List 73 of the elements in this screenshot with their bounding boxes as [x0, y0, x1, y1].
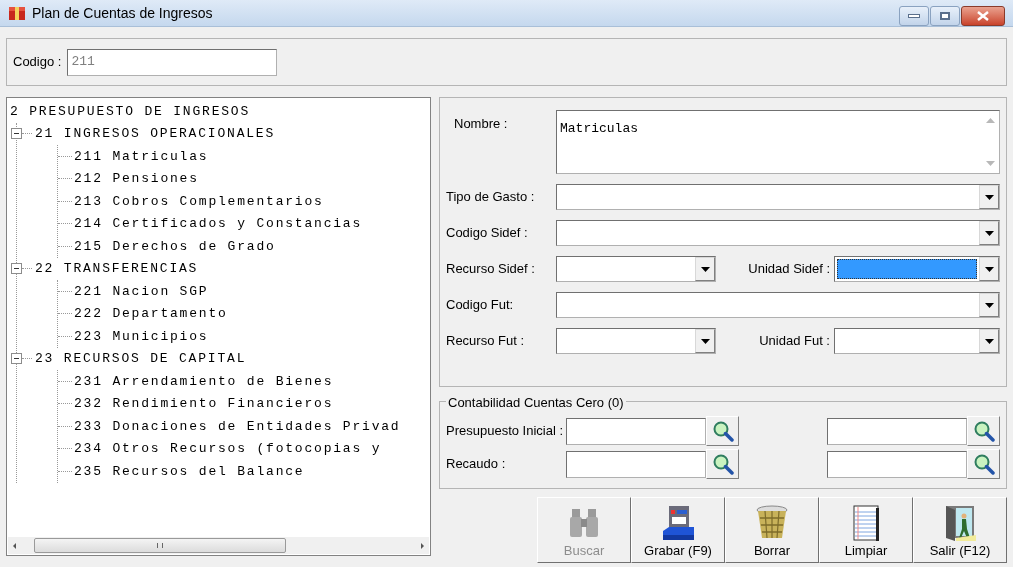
tree-item[interactable]: 234 Otros Recursos (fotocopias y — [72, 439, 382, 459]
tree-item[interactable]: 2 PRESUPUESTO DE INGRESOS — [10, 101, 251, 121]
tree-item[interactable]: 215 Derechos de Grado — [72, 236, 276, 256]
tree-item[interactable]: 214 Certificados y Constancias — [72, 214, 363, 234]
app-icon — [8, 4, 26, 22]
collapse-toggle[interactable] — [11, 128, 22, 140]
dropdown-field[interactable] — [556, 184, 1000, 210]
dropdown-field[interactable] — [556, 256, 716, 282]
search-button[interactable] — [967, 416, 1000, 446]
field-label: Unidad Fut : — [758, 332, 831, 351]
field-label: Recaudo : — [446, 455, 507, 474]
codigo-label: Codigo : — [13, 53, 62, 72]
tree-item[interactable]: 233 Donaciones de Entidades Privad — [72, 416, 401, 436]
text-field[interactable] — [566, 417, 706, 445]
tree-item[interactable]: 231 Arrendamiento de Bienes — [72, 371, 334, 391]
dropdown-arrow-icon[interactable] — [984, 194, 994, 200]
scrollbar-thumb[interactable] — [34, 538, 286, 553]
field-label: Unidad Sidef : — [747, 260, 831, 279]
close-icon — [977, 11, 989, 21]
field-label: Tipo de Gasto : — [446, 188, 536, 207]
text-field[interactable] — [827, 450, 967, 478]
search-button[interactable] — [706, 416, 739, 446]
field-label: Codigo Fut: — [446, 296, 515, 315]
dropdown-arrow-icon[interactable] — [984, 302, 994, 308]
tree-item[interactable]: 235 Recursos del Balance — [72, 461, 305, 481]
window-title: Plan de Cuentas de Ingresos — [32, 3, 213, 23]
toolbar-button[interactable]: Borrar — [725, 497, 819, 563]
tree-item[interactable]: 223 Municipios — [72, 326, 209, 346]
nombre-label: Nombre : — [453, 115, 509, 133]
field-label: Codigo Sidef : — [446, 224, 529, 243]
tree-item[interactable]: 222 Departamento — [72, 304, 228, 324]
dropdown-arrow-icon[interactable] — [700, 266, 710, 272]
tree-item[interactable]: 212 Pensiones — [72, 169, 199, 189]
field-label: Presupuesto Inicial : — [446, 422, 565, 441]
minimize-button[interactable] — [899, 6, 929, 26]
toolbar-button[interactable]: Grabar (F9) — [631, 497, 725, 563]
codigo-field[interactable]: 211 — [67, 48, 278, 76]
nombre-value: Matriculas — [559, 120, 639, 138]
tree-item[interactable]: 22 TRANSFERENCIAS — [32, 259, 199, 279]
search-icon — [972, 420, 995, 442]
dropdown-arrow-icon[interactable] — [984, 266, 994, 272]
close-button[interactable] — [961, 6, 1005, 26]
zip-drive-icon — [660, 504, 696, 541]
tree-item[interactable]: 211 Matriculas — [72, 146, 209, 166]
search-icon — [711, 453, 734, 475]
tree-item[interactable]: 23 RECURSOS DE CAPITAL — [32, 349, 247, 369]
dropdown-field[interactable] — [834, 328, 1000, 354]
dropdown-arrow-icon[interactable] — [984, 230, 994, 236]
collapse-toggle[interactable] — [11, 263, 22, 275]
text-field[interactable] — [827, 417, 967, 445]
collapse-toggle[interactable] — [11, 353, 22, 365]
dropdown-field[interactable] — [834, 256, 1000, 282]
field-label: Recurso Fut : — [446, 332, 526, 351]
toolbar-button[interactable]: Limpiar — [819, 497, 913, 563]
wastebasket-icon — [754, 504, 790, 541]
dropdown-arrow-icon[interactable] — [984, 338, 994, 344]
maximize-button[interactable] — [930, 6, 960, 26]
tree-item[interactable]: 232 Rendimiento Financieros — [72, 394, 334, 414]
text-field[interactable] — [566, 450, 706, 478]
search-icon — [972, 453, 995, 475]
dropdown-arrow-icon[interactable] — [700, 338, 710, 344]
horizontal-scrollbar[interactable] — [8, 537, 429, 554]
field-label: Recurso Sidef : — [446, 260, 536, 279]
dropdown-field[interactable] — [556, 292, 1000, 318]
search-button[interactable] — [967, 449, 1000, 479]
search-icon — [711, 420, 734, 442]
dropdown-field[interactable] — [556, 220, 1000, 246]
toolbar-button[interactable]: Salir (F12) — [913, 497, 1007, 563]
tree-item[interactable]: 21 INGRESOS OPERACIONALES — [32, 124, 276, 144]
tree-item[interactable]: 213 Cobros Complementarios — [72, 191, 324, 211]
search-button[interactable] — [706, 449, 739, 479]
dropdown-field[interactable] — [556, 328, 716, 354]
tree-item[interactable]: 221 Nacion SGP — [72, 281, 209, 301]
